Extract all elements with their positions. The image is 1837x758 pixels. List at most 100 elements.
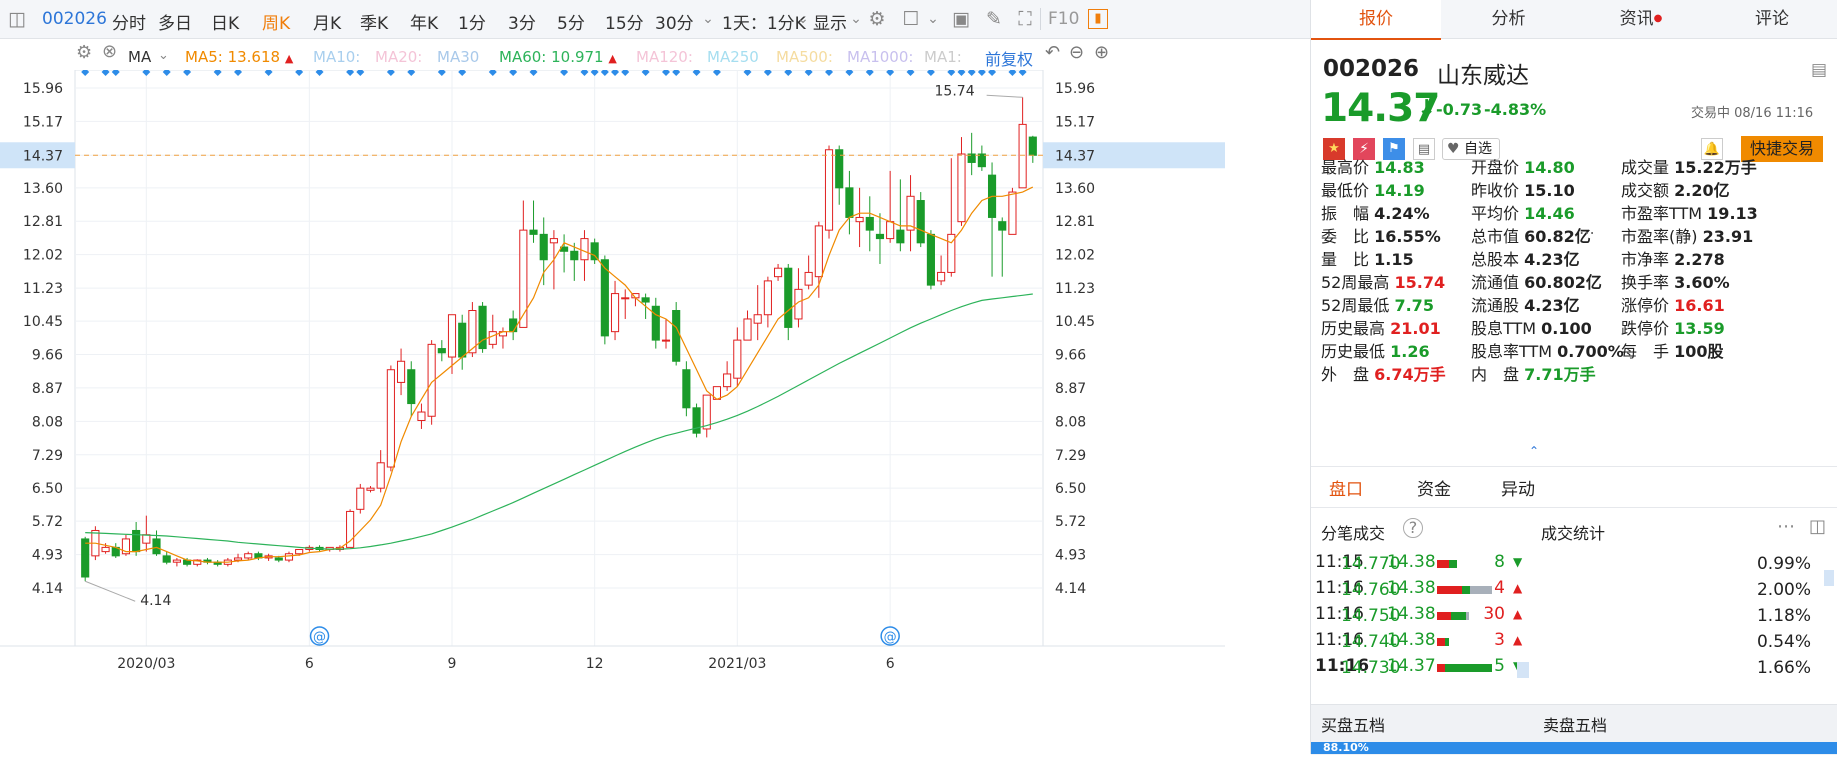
candle-body[interactable] [672,310,681,362]
scroll-indicator[interactable] [1517,662,1529,678]
candle-body[interactable] [1018,123,1027,189]
event-marker-icon[interactable] [560,68,569,76]
candle-body[interactable] [488,331,497,345]
event-marker-icon[interactable] [641,68,650,76]
candle-body[interactable] [804,271,813,286]
event-marker-icon[interactable] [1018,68,1027,76]
candle-body[interactable] [142,534,151,544]
event-marker-icon[interactable] [509,68,518,76]
event-marker-icon[interactable] [488,68,497,76]
candle-body[interactable] [957,153,966,223]
period-tab-30min[interactable]: 30分 [655,9,694,34]
candle-body[interactable] [723,373,732,388]
f10-button[interactable]: F10 [1048,9,1079,29]
period-tab-quarter[interactable]: 季K [360,9,388,34]
sidebar-toggle-icon[interactable]: ◫ [6,8,28,30]
event-marker-icon[interactable] [743,68,752,76]
event-marker-icon[interactable] [611,68,620,76]
event-marker-icon[interactable] [825,68,834,76]
help-icon[interactable]: ? [1403,518,1423,538]
candle-body[interactable] [875,233,885,240]
event-marker-icon[interactable] [804,68,813,76]
tab-quote[interactable]: 报价 [1311,0,1441,40]
period-tab-year[interactable]: 年K [410,9,438,34]
candle-body[interactable] [600,259,609,337]
candle-body[interactable] [937,271,946,282]
candle-body[interactable] [274,557,283,561]
candle-body[interactable] [896,229,905,244]
subtab-capital[interactable]: 资金 [1417,475,1451,500]
period-tab-3min[interactable]: 3分 [508,9,536,34]
tab-news[interactable]: 资讯● [1576,0,1706,39]
candle-body[interactable] [977,153,986,168]
period-tab-intraday[interactable]: 分时 [112,9,146,34]
candle-body[interactable] [916,200,925,244]
candle-body[interactable] [774,267,783,278]
camera-icon[interactable]: ▣ [950,8,972,30]
kline-chart-svg[interactable]: 15.96 15.96 15.17 15.17 14.37 14.37 13.60 13.60… [0,68,1225,754]
candle-body[interactable] [519,229,528,328]
candle-body[interactable] [998,221,1007,231]
candle-body[interactable] [549,238,558,244]
candle-body[interactable] [458,322,467,358]
event-marker-icon[interactable] [234,68,243,76]
candle-body[interactable] [172,559,181,563]
event-marker-icon[interactable] [590,68,599,76]
chevron-down-icon[interactable]: ⌄ [922,8,944,30]
event-marker-icon[interactable] [967,68,976,76]
candle-body[interactable] [906,195,915,231]
candle-body[interactable] [447,314,457,358]
period-tab-5min[interactable]: 5分 [557,9,585,34]
candle-body[interactable] [509,318,518,333]
ma-settings-gear-icon[interactable]: ⚙ [76,42,92,63]
event-marker-icon[interactable] [162,68,171,76]
event-marker-icon[interactable] [295,68,304,76]
event-marker-icon[interactable] [1008,68,1017,76]
candle-body[interactable] [743,318,752,341]
scroll-indicator[interactable] [1824,570,1834,586]
candle-body[interactable] [386,369,395,468]
event-marker-icon[interactable] [926,68,935,76]
candle-body[interactable] [356,487,365,510]
candle-body[interactable] [733,339,742,379]
zoom-out-icon[interactable]: ⊖ [1069,42,1084,63]
candle-body[interactable] [81,538,90,578]
candle-body[interactable] [529,229,538,235]
event-marker-icon[interactable] [865,68,874,76]
event-marker-icon[interactable] [213,68,222,76]
event-marker-icon[interactable] [977,68,986,76]
candle-body[interactable] [162,555,171,563]
candle-body[interactable] [295,549,304,555]
event-marker-icon[interactable] [621,68,630,76]
chevron-down-icon[interactable]: ⌄ [697,8,719,30]
event-marker-icon[interactable] [988,68,997,76]
candle-body[interactable] [590,242,599,261]
chevron-down-icon[interactable]: ⌄ [792,8,814,30]
pen-icon[interactable]: ✎ [983,8,1005,30]
adjust-mode-button[interactable]: 前复权 [985,46,1033,70]
candle-body[interactable] [651,305,660,341]
split-view-icon[interactable]: ◫ [1809,516,1826,537]
candle-body[interactable] [101,546,110,553]
candle-body[interactable] [682,369,691,409]
event-marker-icon[interactable] [600,68,609,76]
candle-body[interactable] [753,314,762,324]
event-marker-icon[interactable] [101,68,110,76]
candle-body[interactable] [580,238,589,261]
candle-body[interactable] [417,411,426,421]
event-marker-icon[interactable] [183,68,192,76]
candle-body[interactable] [610,293,620,333]
candle-body[interactable] [1028,136,1037,156]
candle-body[interactable] [926,233,935,286]
period-tab-multiday[interactable]: 多日 [158,9,192,34]
event-marker-icon[interactable] [407,68,416,76]
fullscreen-icon[interactable]: ⛶ [1014,8,1036,30]
more-info-icon[interactable]: ⋯ [1579,223,1595,242]
event-marker-icon[interactable] [111,68,120,76]
event-marker-icon[interactable] [906,68,915,76]
zoom-in-icon[interactable]: ⊕ [1094,42,1109,63]
event-marker-icon[interactable] [692,68,701,76]
candle-body[interactable] [865,216,874,231]
event-marker-icon[interactable] [458,68,467,76]
period-tab-1min[interactable]: 1分 [458,9,486,34]
